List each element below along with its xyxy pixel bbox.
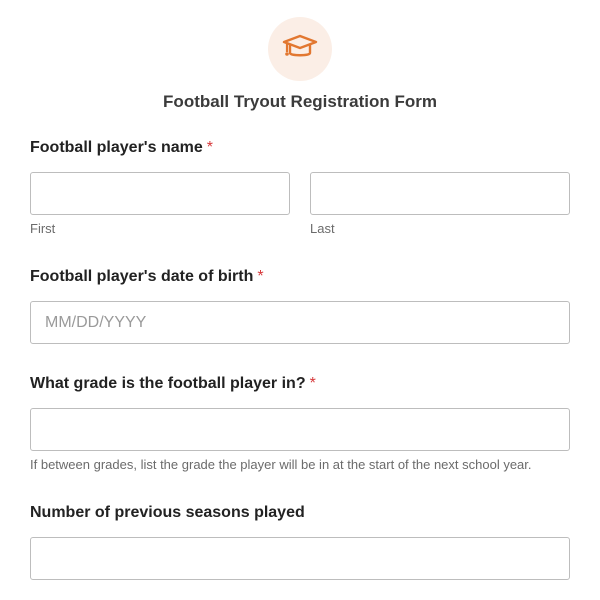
dob-field-label: Football player's date of birth *	[30, 268, 264, 286]
grade-help-text: If between grades, list the grade the pl…	[30, 457, 532, 472]
form-title: Football Tryout Registration Form	[163, 92, 437, 111]
first-name-input[interactable]	[30, 172, 290, 215]
form-logo	[268, 17, 332, 81]
grade-field-label: What grade is the football player in? *	[30, 375, 316, 393]
seasons-label-text: Number of previous seasons played	[30, 504, 305, 521]
name-field-label: Football player's name *	[30, 139, 213, 157]
dob-label-text: Football player's date of birth	[30, 268, 254, 285]
name-label-text: Football player's name	[30, 139, 203, 156]
seasons-field-label: Number of previous seasons played	[30, 504, 305, 522]
required-marker: *	[206, 139, 213, 156]
grade-label-text: What grade is the football player in?	[30, 375, 306, 392]
seasons-input[interactable]	[30, 537, 570, 580]
last-name-input[interactable]	[310, 172, 570, 215]
last-name-sublabel: Last	[310, 221, 335, 236]
required-marker: *	[257, 268, 264, 285]
registration-form-page: Football Tryout Registration Form Footba…	[0, 0, 600, 600]
required-marker: *	[309, 375, 316, 392]
grade-input[interactable]	[30, 408, 570, 451]
dob-input[interactable]	[30, 301, 570, 344]
graduation-cap-icon	[280, 27, 320, 72]
first-name-sublabel: First	[30, 221, 56, 236]
